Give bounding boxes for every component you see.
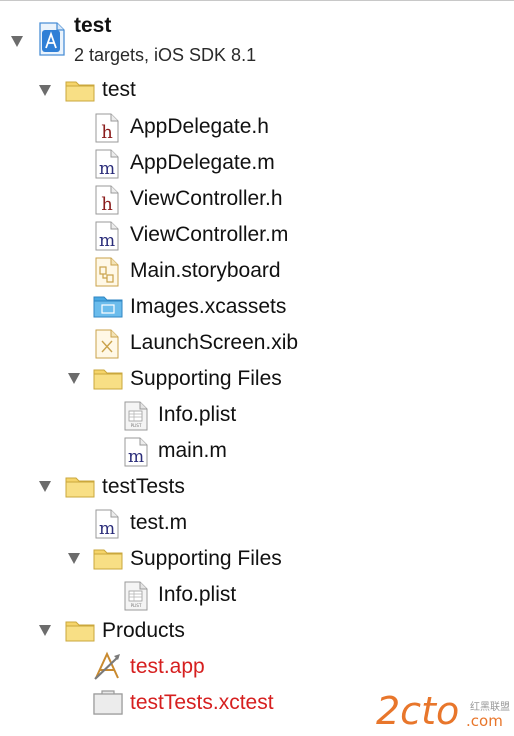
svg-text:PLIST: PLIST — [131, 603, 142, 608]
disclosure-triangle-testtests[interactable] — [39, 481, 51, 492]
svg-text:2cto: 2cto — [376, 689, 459, 732]
plist-file-icon: PLIST — [124, 581, 148, 611]
folder-icon — [65, 621, 95, 642]
tree-item-label[interactable]: test.app — [130, 655, 205, 679]
folder-icon — [93, 549, 123, 570]
app-product-icon — [94, 651, 120, 680]
tree-item-label[interactable]: Info.plist — [158, 583, 236, 607]
implementation-file-icon: m — [95, 221, 119, 251]
implementation-file-icon: m — [95, 149, 119, 179]
folder-icon — [65, 81, 95, 102]
tree-item-label[interactable]: Images.xcassets — [130, 295, 286, 319]
tree-item-label[interactable]: LaunchScreen.xib — [130, 331, 298, 355]
tree-item-label[interactable]: Supporting Files — [130, 367, 282, 391]
xcode-project-icon[interactable] — [38, 22, 66, 56]
project-subtitle: 2 targets, iOS SDK 8.1 — [74, 45, 257, 65]
svg-text:m: m — [99, 231, 115, 251]
tree-item-label[interactable]: Products — [102, 619, 185, 643]
implementation-file-icon: m — [124, 437, 148, 467]
svg-text:m: m — [99, 519, 115, 539]
implementation-file-icon: m — [95, 509, 119, 539]
disclosure-triangle-supporting-files[interactable] — [68, 373, 80, 384]
tree-item-label[interactable]: Main.storyboard — [130, 259, 281, 283]
tree-item-label[interactable]: test — [102, 78, 136, 102]
tree-item-label[interactable]: AppDelegate.h — [130, 115, 269, 139]
project-name[interactable]: test — [74, 14, 111, 38]
svg-text:.com: .com — [466, 712, 503, 730]
svg-text:m: m — [128, 447, 144, 467]
svg-text:h: h — [101, 122, 113, 143]
tree-item-label[interactable]: test.m — [130, 511, 187, 535]
folder-icon — [65, 477, 95, 498]
tree-item-label[interactable]: testTests — [102, 475, 185, 499]
tree-item-label[interactable]: Info.plist — [158, 403, 236, 427]
disclosure-triangle-project[interactable] — [11, 36, 23, 47]
asset-catalog-folder-icon — [93, 296, 123, 318]
header-file-icon: h — [95, 185, 119, 215]
tree-item-label[interactable]: ViewController.m — [130, 223, 288, 247]
svg-text:PLIST: PLIST — [131, 423, 142, 428]
storyboard-file-icon — [95, 257, 119, 287]
folder-icon — [93, 369, 123, 390]
top-border — [0, 0, 514, 1]
header-file-icon: h — [95, 113, 119, 143]
bundle-product-icon — [93, 690, 123, 715]
plist-file-icon: PLIST — [124, 401, 148, 431]
tree-item-label[interactable]: main.m — [158, 439, 227, 463]
disclosure-triangle-test[interactable] — [39, 85, 51, 96]
tree-item-label[interactable]: testTests.xctest — [130, 691, 274, 715]
disclosure-triangle-supporting-files[interactable] — [68, 553, 80, 564]
disclosure-triangle-products[interactable] — [39, 625, 51, 636]
tree-item-label[interactable]: Supporting Files — [130, 547, 282, 571]
watermark-logo: 2cto 红黑联盟 .com — [376, 689, 510, 732]
svg-text:m: m — [99, 159, 115, 179]
xib-file-icon — [95, 329, 119, 359]
tree-item-label[interactable]: ViewController.h — [130, 187, 283, 211]
tree-item-label[interactable]: AppDelegate.m — [130, 151, 275, 175]
svg-text:h: h — [101, 194, 113, 215]
